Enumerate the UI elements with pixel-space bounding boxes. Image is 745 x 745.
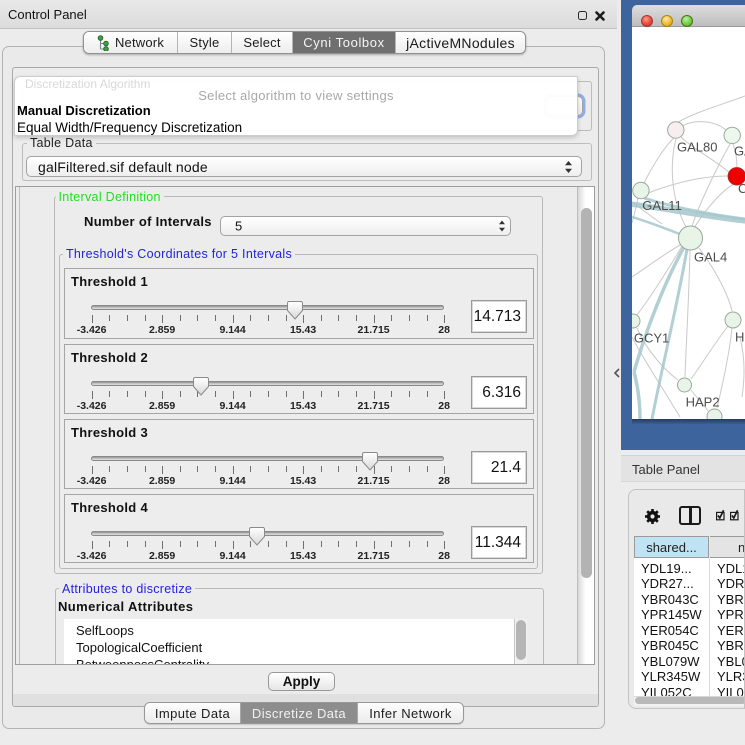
svg-text:C: C bbox=[738, 181, 745, 196]
svg-text:GAL4: GAL4 bbox=[694, 250, 727, 265]
svg-text:H: H bbox=[735, 330, 744, 345]
svg-text:GAL80: GAL80 bbox=[677, 140, 717, 155]
svg-text:GA: GA bbox=[734, 144, 745, 159]
svg-text:GCY1: GCY1 bbox=[634, 331, 669, 346]
svg-text:GAL11: GAL11 bbox=[642, 198, 682, 213]
svg-text:HAP2: HAP2 bbox=[686, 395, 720, 410]
